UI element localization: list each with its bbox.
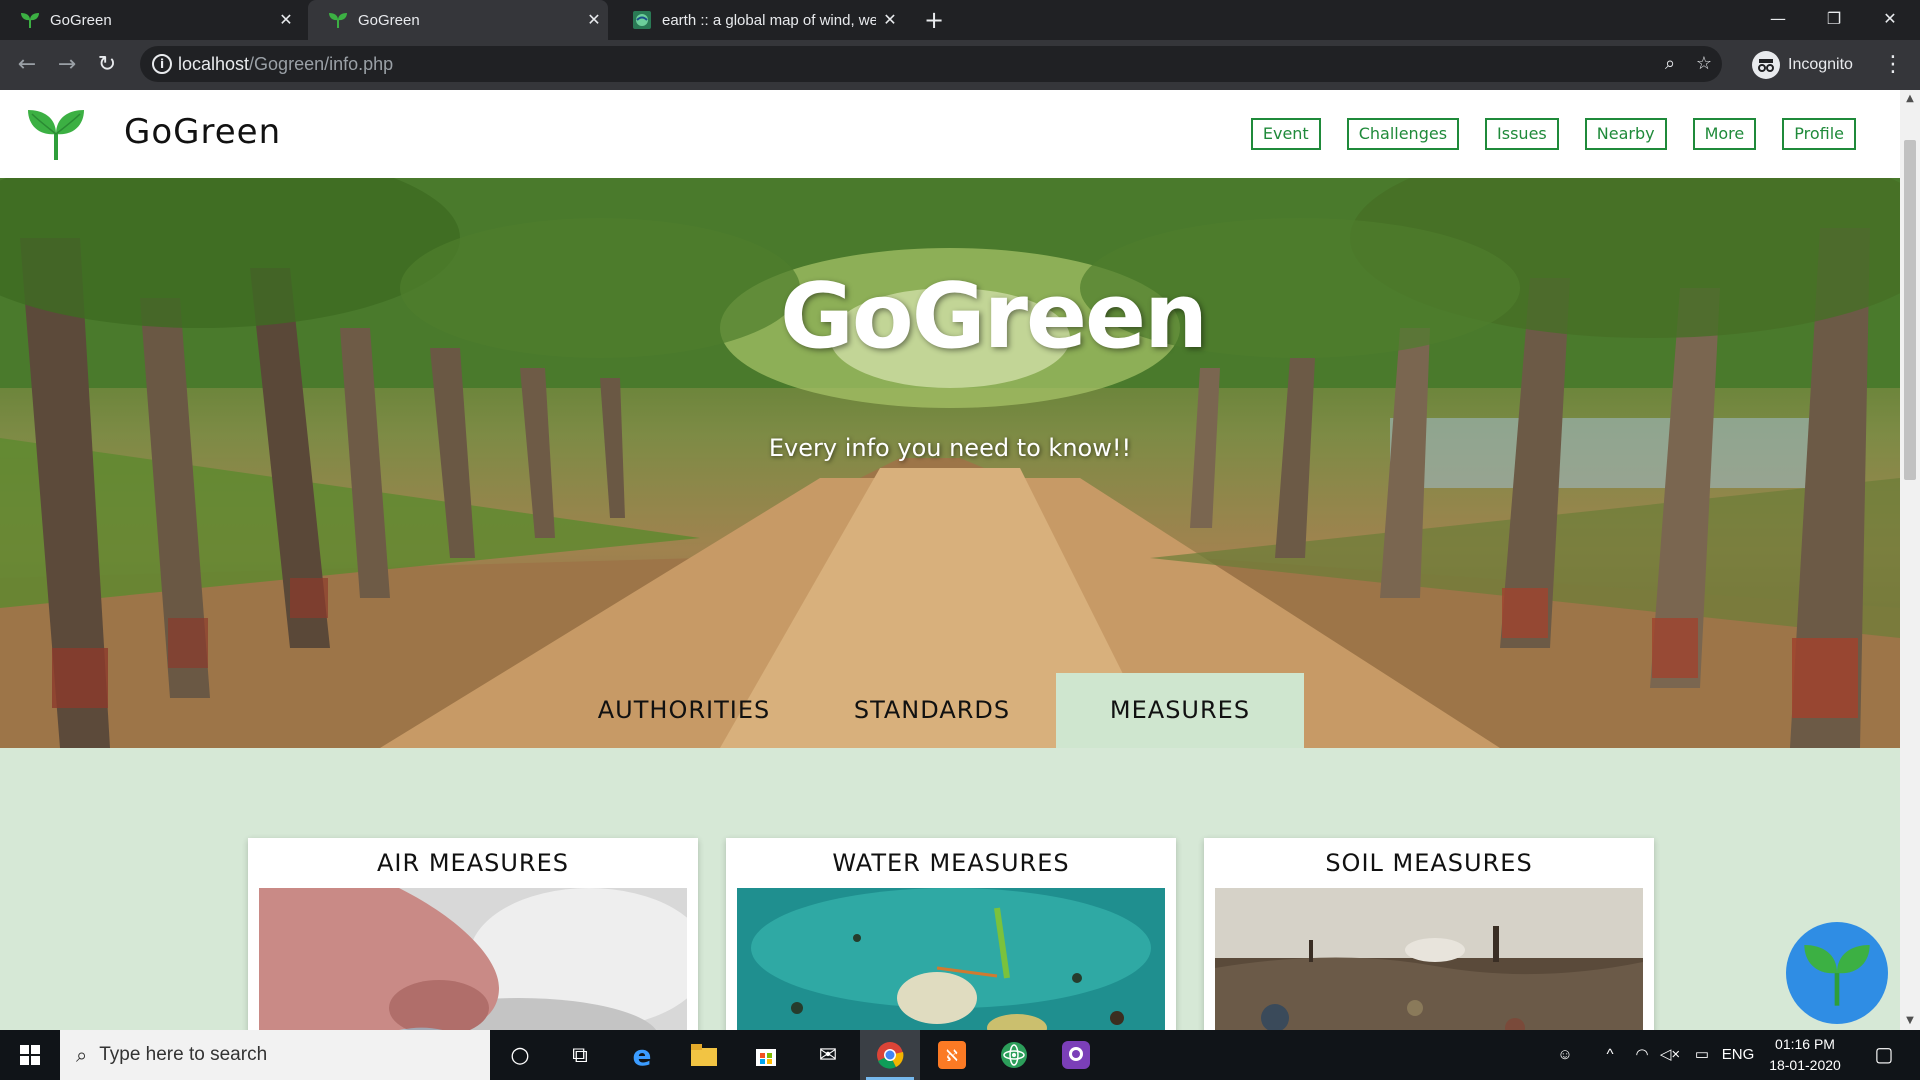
- tab-standards[interactable]: STANDARDS: [808, 673, 1056, 748]
- clock-date: 18-01-2020: [1769, 1057, 1841, 1073]
- gogreen-fab-button[interactable]: [1786, 922, 1888, 1024]
- nav-challenges[interactable]: Challenges: [1346, 118, 1460, 150]
- new-tab-button[interactable]: +: [920, 6, 948, 34]
- volume-muted-icon[interactable]: ◁×: [1658, 1030, 1682, 1080]
- site-header: GoGreen Event Challenges Issues Nearby M…: [0, 90, 1900, 178]
- browser-tab-title: earth :: a global map of wind, we: [662, 11, 876, 29]
- browser-tab-3[interactable]: earth :: a global map of wind, we ✕: [612, 0, 904, 40]
- incognito-profile[interactable]: Incognito: [1752, 48, 1853, 82]
- bookmark-star-icon[interactable]: ☆: [1692, 52, 1716, 76]
- file-explorer-icon[interactable]: [674, 1030, 734, 1080]
- mail-icon[interactable]: ✉: [798, 1030, 858, 1080]
- chrome-icon[interactable]: [860, 1030, 920, 1080]
- nav-nearby[interactable]: Nearby: [1584, 118, 1667, 150]
- card-title: AIR MEASURES: [377, 849, 569, 877]
- hero-subtitle: Every info you need to know!!: [768, 434, 1132, 462]
- taskbar-clock[interactable]: 01:16 PM 18-01-2020: [1760, 1034, 1850, 1076]
- search-placeholder: Type here to search: [99, 1044, 268, 1065]
- close-tab-icon[interactable]: ✕: [580, 10, 608, 30]
- leaf-icon: [1804, 945, 1870, 1006]
- hero-title: GoGreen: [780, 264, 1208, 369]
- zoom-icon[interactable]: ⌕: [1658, 52, 1682, 76]
- search-icon: ⌕: [76, 1043, 88, 1067]
- url-text: localhost/Gogreen/info.php: [178, 54, 393, 75]
- notification-center-icon[interactable]: ▢: [1864, 1030, 1904, 1080]
- edge-browser-icon[interactable]: e: [612, 1030, 672, 1080]
- nav-profile[interactable]: Profile: [1782, 118, 1856, 150]
- polluted-water-image: [737, 888, 1165, 1030]
- windows-start-icon[interactable]: [0, 1030, 60, 1080]
- hero-banner: GoGreen Every info you need to know!! AU…: [0, 178, 1900, 748]
- store-icon[interactable]: [736, 1030, 796, 1080]
- landfill-image: [1215, 888, 1643, 1030]
- card-title: WATER MEASURES: [832, 849, 1070, 877]
- people-icon[interactable]: ☺: [1550, 1030, 1580, 1080]
- nav-event[interactable]: Event: [1250, 118, 1321, 150]
- minimize-icon[interactable]: —: [1750, 0, 1806, 40]
- nav-more[interactable]: More: [1692, 118, 1757, 150]
- xampp-icon[interactable]: ℵ: [922, 1030, 982, 1080]
- reload-icon[interactable]: ↻: [90, 48, 124, 82]
- gogreen-leaf-icon: [20, 10, 40, 30]
- browser-tab-strip: GoGreen ✕ GoGreen ✕ earth :: a global ma…: [0, 0, 1920, 40]
- page-scrollbar[interactable]: ▲ ▼: [1900, 90, 1920, 1030]
- wifi-icon[interactable]: ◠: [1630, 1030, 1654, 1080]
- taskbar-search-box[interactable]: ⌕ Type here to search: [60, 1030, 490, 1080]
- gogreen-logo-icon[interactable]: [26, 104, 86, 164]
- task-view-icon[interactable]: ⧉: [550, 1030, 610, 1080]
- nose-smog-image: [259, 888, 687, 1030]
- page-viewport: GoGreen Event Challenges Issues Nearby M…: [0, 90, 1920, 1030]
- clock-time: 01:16 PM: [1775, 1036, 1835, 1052]
- incognito-label: Incognito: [1788, 56, 1853, 73]
- site-info-icon[interactable]: i: [152, 54, 172, 74]
- browser-tab-title: GoGreen: [50, 11, 112, 29]
- url-host: localhost: [178, 54, 250, 74]
- card-water-measures[interactable]: WATER MEASURES: [726, 838, 1176, 1030]
- scroll-down-icon[interactable]: ▼: [1900, 1012, 1920, 1030]
- card-title: SOIL MEASURES: [1325, 849, 1533, 877]
- browser-tab-title: GoGreen: [358, 11, 420, 29]
- battery-icon[interactable]: ▭: [1690, 1030, 1714, 1080]
- close-tab-icon[interactable]: ✕: [876, 10, 904, 30]
- measures-cards: AIR MEASURES WATER MEASURES SOIL MEASURE…: [248, 838, 1654, 1030]
- scroll-up-icon[interactable]: ▲: [1900, 90, 1920, 108]
- card-soil-measures[interactable]: SOIL MEASURES: [1204, 838, 1654, 1030]
- close-window-icon[interactable]: ✕: [1862, 0, 1918, 40]
- close-tab-icon[interactable]: ✕: [272, 10, 300, 30]
- back-icon[interactable]: ←: [10, 48, 44, 82]
- url-path: /Gogreen/info.php: [249, 54, 394, 74]
- cortana-icon[interactable]: ○: [490, 1030, 550, 1080]
- site-nav: Event Challenges Issues Nearby More Prof…: [1250, 118, 1856, 150]
- site-brand[interactable]: GoGreen: [124, 112, 281, 152]
- github-desktop-icon[interactable]: [1046, 1030, 1106, 1080]
- scrollbar-thumb[interactable]: [1904, 140, 1916, 480]
- browser-tab-2[interactable]: GoGreen ✕: [308, 0, 608, 40]
- incognito-icon: [1752, 51, 1780, 79]
- windows-taskbar: ⌕ Type here to search ○ ⧉ e ✉ ℵ ☺ ^ ◠ ◁×…: [0, 1030, 1920, 1080]
- browser-menu-icon[interactable]: ⋮: [1882, 48, 1904, 82]
- browser-tab-1[interactable]: GoGreen ✕: [0, 0, 300, 40]
- forward-icon[interactable]: →: [50, 48, 84, 82]
- earth-icon: [632, 10, 652, 30]
- card-air-measures[interactable]: AIR MEASURES: [248, 838, 698, 1030]
- info-tabs: AUTHORITIES STANDARDS MEASURES: [560, 673, 1304, 748]
- address-bar[interactable]: i localhost/Gogreen/info.php ⌕ ☆: [140, 46, 1722, 82]
- gogreen-leaf-icon: [328, 10, 348, 30]
- atom-icon[interactable]: [984, 1030, 1044, 1080]
- browser-toolbar: ← → ↻ i localhost/Gogreen/info.php ⌕ ☆ I…: [0, 40, 1920, 90]
- tab-measures[interactable]: MEASURES: [1056, 673, 1304, 748]
- tab-authorities[interactable]: AUTHORITIES: [560, 673, 808, 748]
- tray-expand-icon[interactable]: ^: [1598, 1030, 1622, 1080]
- svg-text:ℵ: ℵ: [946, 1046, 958, 1065]
- nav-issues[interactable]: Issues: [1485, 118, 1559, 150]
- restore-icon[interactable]: ❐: [1806, 0, 1862, 40]
- language-indicator[interactable]: ENG: [1720, 1030, 1756, 1080]
